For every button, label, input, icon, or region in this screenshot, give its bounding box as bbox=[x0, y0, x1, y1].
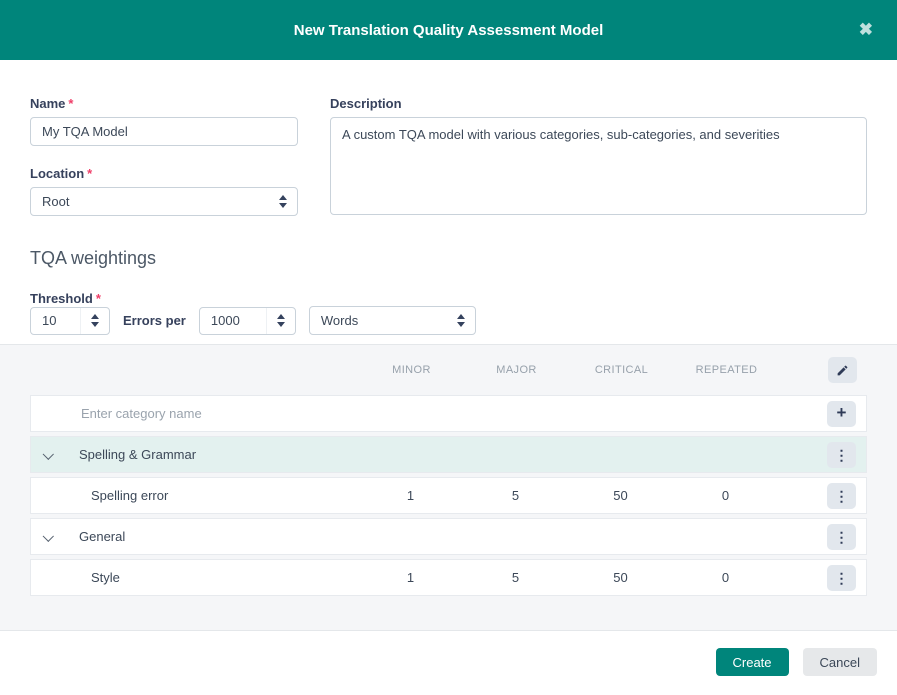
spinner-arrows-icon[interactable] bbox=[80, 308, 109, 334]
major-value[interactable]: 5 bbox=[463, 570, 568, 585]
threshold-input[interactable] bbox=[31, 308, 80, 334]
description-label: Description bbox=[330, 96, 867, 111]
subcategory-label: Style bbox=[31, 570, 358, 585]
unit-selected-value: Words bbox=[321, 313, 358, 328]
description-textarea[interactable]: A custom TQA model with various categori… bbox=[330, 117, 867, 215]
arrow-up-icon bbox=[91, 314, 99, 319]
column-header-minor: MINOR bbox=[359, 364, 464, 376]
column-header-critical: CRITICAL bbox=[569, 364, 674, 376]
table-row-subcategory[interactable]: Style 1 5 50 0 ⋮ bbox=[30, 559, 867, 596]
threshold-stepper[interactable] bbox=[30, 307, 110, 335]
new-category-row: + bbox=[30, 395, 867, 432]
location-label: Location* bbox=[30, 166, 298, 181]
arrow-up-icon bbox=[277, 314, 285, 319]
table-header-row: MINOR MAJOR CRITICAL REPEATED bbox=[30, 345, 867, 395]
minor-value[interactable]: 1 bbox=[358, 570, 463, 585]
major-value[interactable]: 5 bbox=[463, 488, 568, 503]
cancel-button[interactable]: Cancel bbox=[803, 648, 877, 676]
name-label: Name* bbox=[30, 96, 298, 111]
location-select[interactable]: Root bbox=[30, 187, 298, 216]
modal-header: New Translation Quality Assessment Model… bbox=[0, 0, 897, 60]
table-row-subcategory[interactable]: Spelling error 1 5 50 0 ⋮ bbox=[30, 477, 867, 514]
table-row-category[interactable]: Spelling & Grammar ⋮ bbox=[30, 436, 867, 473]
column-header-major: MAJOR bbox=[464, 364, 569, 376]
required-asterisk: * bbox=[87, 166, 92, 181]
threshold-controls: Errors per Words bbox=[0, 306, 897, 335]
pencil-icon bbox=[836, 364, 849, 377]
close-icon: ✖ bbox=[859, 20, 873, 39]
arrow-down-icon bbox=[277, 322, 285, 327]
critical-value[interactable]: 50 bbox=[568, 570, 673, 585]
critical-value[interactable]: 50 bbox=[568, 488, 673, 503]
row-menu-button[interactable]: ⋮ bbox=[827, 483, 856, 509]
form-top-section: Name* Location* Root Description A custo… bbox=[0, 60, 897, 218]
new-category-input[interactable] bbox=[31, 406, 778, 421]
add-category-button[interactable]: + bbox=[827, 401, 856, 427]
chevron-down-icon[interactable] bbox=[43, 448, 54, 459]
required-asterisk: * bbox=[96, 291, 101, 306]
required-asterisk: * bbox=[68, 96, 73, 111]
modal-title: New Translation Quality Assessment Model bbox=[294, 22, 604, 39]
name-input[interactable] bbox=[30, 117, 298, 146]
tqa-weightings-heading: TQA weightings bbox=[30, 248, 867, 269]
errors-per-label: Errors per bbox=[123, 313, 186, 328]
kebab-menu-icon: ⋮ bbox=[835, 571, 849, 585]
location-selected-value: Root bbox=[42, 194, 69, 209]
kebab-menu-icon: ⋮ bbox=[835, 489, 849, 503]
column-header-repeated: REPEATED bbox=[674, 364, 779, 376]
errors-per-stepper[interactable] bbox=[199, 307, 296, 335]
spinner-arrows-icon[interactable] bbox=[266, 308, 295, 334]
repeated-value[interactable]: 0 bbox=[673, 488, 778, 503]
category-label: Spelling & Grammar bbox=[79, 447, 196, 462]
close-button[interactable]: ✖ bbox=[855, 0, 877, 60]
chevron-down-icon[interactable] bbox=[43, 530, 54, 541]
minor-value[interactable]: 1 bbox=[358, 488, 463, 503]
create-button[interactable]: Create bbox=[716, 648, 789, 676]
select-arrows-icon bbox=[269, 188, 297, 215]
arrow-down-icon bbox=[457, 322, 465, 327]
arrow-down-icon bbox=[279, 203, 287, 208]
repeated-value[interactable]: 0 bbox=[673, 570, 778, 585]
unit-select[interactable]: Words bbox=[309, 306, 476, 335]
errors-per-input[interactable] bbox=[200, 308, 266, 334]
modal-footer: Create Cancel bbox=[0, 631, 897, 676]
plus-icon: + bbox=[837, 404, 847, 421]
row-menu-button[interactable]: ⋮ bbox=[827, 524, 856, 550]
arrow-up-icon bbox=[279, 195, 287, 200]
table-row-category[interactable]: General ⋮ bbox=[30, 518, 867, 555]
edit-severities-button[interactable] bbox=[828, 357, 857, 383]
arrow-up-icon bbox=[457, 314, 465, 319]
subcategory-label: Spelling error bbox=[31, 488, 358, 503]
category-label: General bbox=[79, 529, 125, 544]
arrow-down-icon bbox=[91, 322, 99, 327]
kebab-menu-icon: ⋮ bbox=[835, 448, 849, 462]
row-menu-button[interactable]: ⋮ bbox=[827, 442, 856, 468]
row-menu-button[interactable]: ⋮ bbox=[827, 565, 856, 591]
select-arrows-icon bbox=[447, 307, 475, 334]
kebab-menu-icon: ⋮ bbox=[835, 530, 849, 544]
weightings-table-panel: MINOR MAJOR CRITICAL REPEATED + Spelling… bbox=[0, 344, 897, 631]
threshold-label: Threshold* bbox=[30, 291, 867, 306]
